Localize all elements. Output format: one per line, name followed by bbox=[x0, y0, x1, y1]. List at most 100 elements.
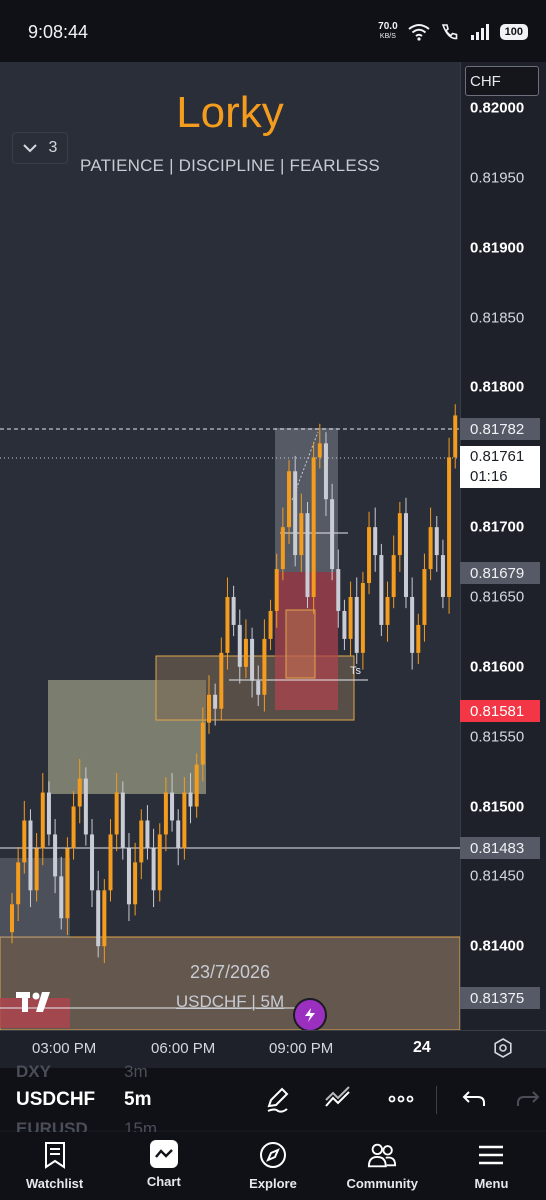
nav-explore[interactable]: Explore bbox=[218, 1132, 327, 1200]
price-axis-label: 0.81650 bbox=[470, 588, 525, 606]
bottom-navigation: Watchlist Chart Explore Community Menu bbox=[0, 1132, 546, 1200]
watermark-subtitle: PATIENCE | DISCIPLINE | FEARLESS bbox=[80, 156, 380, 175]
alert-bolt-icon[interactable] bbox=[293, 998, 327, 1030]
drawing-pen-icon[interactable] bbox=[263, 1084, 293, 1114]
interval-picker-prev[interactable]: 3m bbox=[124, 1062, 148, 1082]
candle-body bbox=[447, 457, 452, 597]
entry-box bbox=[285, 609, 316, 679]
network-speed-unit: KB/S bbox=[379, 33, 396, 40]
candle-body bbox=[16, 862, 21, 905]
candle-body bbox=[22, 820, 27, 863]
nav-watchlist[interactable]: Watchlist bbox=[0, 1132, 109, 1200]
candle-body bbox=[317, 443, 322, 458]
candle-body bbox=[416, 624, 421, 653]
nav-watchlist-label: Watchlist bbox=[25, 1176, 84, 1191]
candle-body bbox=[299, 513, 304, 556]
candle-body bbox=[391, 555, 396, 597]
network-speed-value: 70.0 bbox=[378, 21, 398, 32]
candle-body bbox=[243, 638, 248, 667]
candle-body bbox=[274, 569, 279, 611]
date-stamp: 23/7/2026 bbox=[189, 962, 271, 982]
candle-body bbox=[311, 457, 316, 597]
symbol-picker[interactable]: USDCHF bbox=[16, 1089, 95, 1111]
candle-body bbox=[96, 890, 101, 947]
status-icons: 70.0 KB/S 100 bbox=[378, 22, 528, 42]
candle-body bbox=[397, 513, 402, 556]
price-axis-label: 0.81700 bbox=[470, 518, 525, 536]
candle-body bbox=[256, 680, 261, 695]
candle-body bbox=[379, 555, 384, 625]
candle-body bbox=[373, 527, 378, 556]
candle-body bbox=[120, 792, 125, 849]
time-label-2100: 09:00 PM bbox=[269, 1040, 334, 1057]
candle-body bbox=[367, 527, 372, 584]
candle-body bbox=[428, 527, 433, 570]
candle-body bbox=[157, 834, 162, 891]
nav-community[interactable]: Community bbox=[328, 1132, 437, 1200]
price-axis-label: 0.81550 bbox=[470, 728, 525, 746]
symbol-picker-prev[interactable]: DXY bbox=[16, 1062, 51, 1082]
candle-body bbox=[410, 596, 415, 653]
candle-body bbox=[200, 722, 205, 765]
candle-body bbox=[440, 555, 445, 597]
time-label-1500: 03:00 PM bbox=[32, 1040, 97, 1057]
interval-picker[interactable]: 5m bbox=[124, 1089, 151, 1111]
nav-chart[interactable]: Chart bbox=[109, 1132, 218, 1200]
current-price: 0.81761 bbox=[470, 448, 525, 465]
candle-body bbox=[151, 848, 156, 891]
candle-body bbox=[336, 569, 341, 611]
candle-body bbox=[77, 778, 82, 807]
candle-body bbox=[182, 792, 187, 849]
chart-canvas[interactable]: Ts 3 Lorky PATIENCE | DISCIPLINE | FEARL… bbox=[0, 62, 460, 1030]
wifi-icon bbox=[408, 24, 430, 41]
candle-body bbox=[268, 610, 273, 639]
price-chart[interactable]: Ts bbox=[0, 62, 460, 1030]
candle-body bbox=[34, 848, 39, 891]
candle-body bbox=[305, 513, 310, 597]
price-axis-label: 0.81450 bbox=[470, 867, 525, 885]
symbol-stamp-text: USDCHF | 5M bbox=[175, 992, 285, 1011]
undo-icon[interactable] bbox=[460, 1084, 490, 1114]
candle-body bbox=[46, 792, 51, 835]
candle-body bbox=[231, 596, 236, 625]
signal-icon bbox=[470, 24, 489, 40]
candle-body bbox=[139, 820, 144, 863]
current-price-tag: 0.81761 01:16 bbox=[460, 446, 540, 488]
price-tag-81375: 0.81375 bbox=[460, 987, 540, 1009]
price-axis-label: 0.81400 bbox=[470, 937, 525, 955]
candle-body bbox=[108, 834, 113, 891]
candle-body bbox=[53, 834, 58, 877]
status-time: 9:08:44 bbox=[28, 22, 89, 42]
price-axis-label: 0.81900 bbox=[470, 239, 525, 257]
candle-body bbox=[262, 638, 267, 695]
chart-icon bbox=[149, 1140, 178, 1168]
candle-body bbox=[133, 862, 138, 905]
watermark-title: Lorky bbox=[176, 88, 284, 137]
price-tag-81782: 0.81782 bbox=[460, 418, 540, 440]
chart-settings-icon[interactable] bbox=[492, 1037, 514, 1059]
candle-body bbox=[40, 792, 45, 849]
nav-menu[interactable]: Menu bbox=[437, 1132, 546, 1200]
candle-body bbox=[354, 596, 359, 653]
candle-body bbox=[194, 764, 199, 807]
candle-body bbox=[237, 624, 242, 667]
candle-body bbox=[250, 638, 255, 681]
indicators-icon[interactable] bbox=[323, 1084, 353, 1114]
candle-body bbox=[71, 806, 76, 849]
symbol-stamp: USDCHF | 5M bbox=[0, 992, 460, 1012]
candle-body bbox=[28, 820, 33, 891]
currency-selector[interactable]: CHF bbox=[465, 66, 539, 96]
price-axis-label: 0.81800 bbox=[470, 378, 525, 396]
toolbar-divider bbox=[436, 1086, 437, 1114]
nav-explore-label: Explore bbox=[249, 1176, 297, 1191]
price-axis-label: 0.81500 bbox=[470, 798, 525, 815]
more-options-icon[interactable] bbox=[386, 1084, 416, 1114]
candle-body bbox=[145, 820, 150, 849]
candle-body bbox=[65, 848, 70, 919]
price-tag-81679: 0.81679 bbox=[460, 562, 540, 584]
candle-body bbox=[114, 792, 119, 835]
candle-body bbox=[287, 471, 292, 528]
candle-body bbox=[348, 596, 353, 639]
ts-label: Ts bbox=[350, 665, 362, 677]
candle-body bbox=[385, 596, 390, 625]
